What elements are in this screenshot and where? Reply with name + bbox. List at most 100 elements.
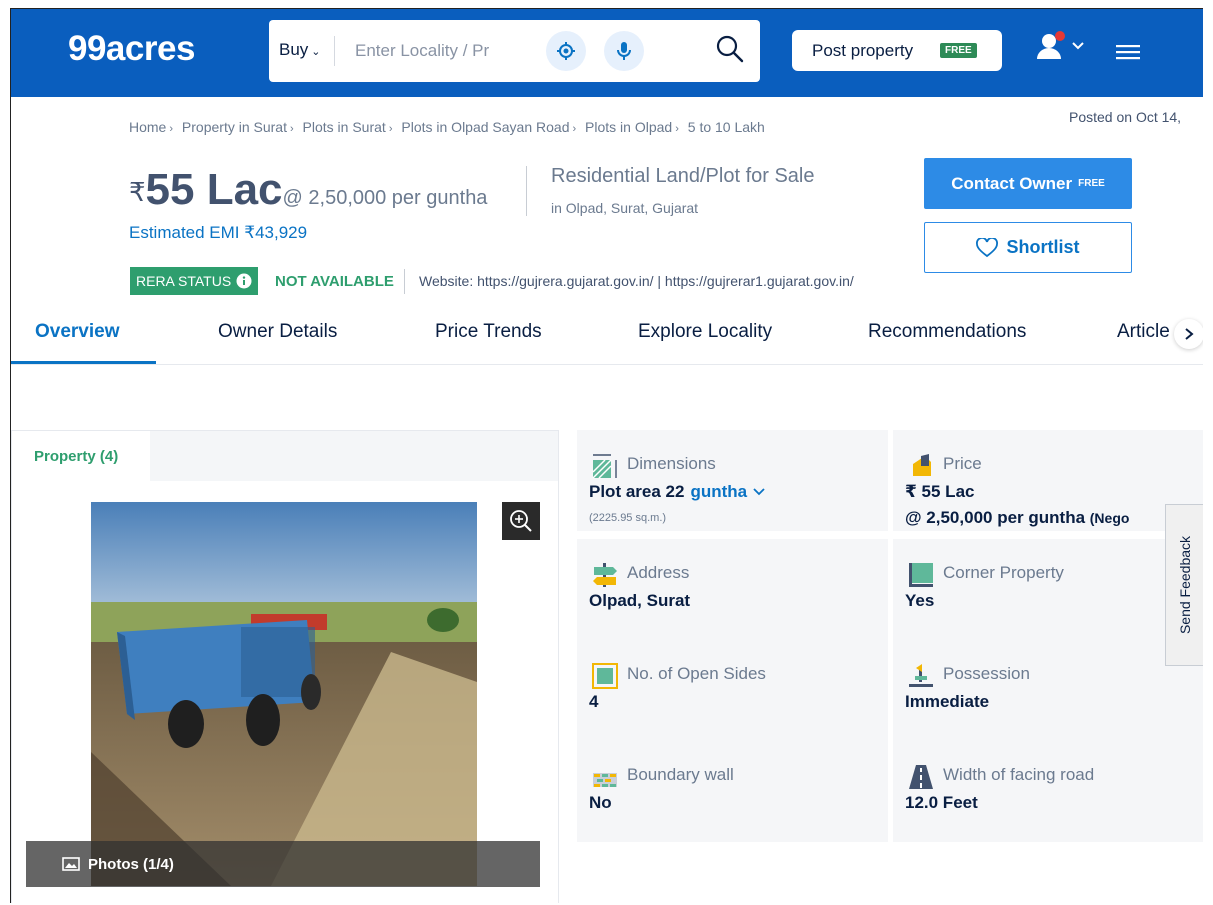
zoom-in-icon — [510, 510, 532, 532]
target-icon — [557, 42, 575, 60]
property-details-grid: Dimensions Plot area 22 guntha (2225.95 s… — [577, 430, 1203, 858]
brick-wall-icon — [593, 773, 617, 787]
plot-area-sqm: (2225.95 sq.m.) — [589, 512, 667, 524]
tab-articles[interactable]: Article — [1117, 321, 1177, 343]
chevron-right-icon: › — [572, 123, 577, 135]
price-per-guntha: @ 2,50,000 per guntha — [905, 508, 1086, 527]
detail-value: Olpad, Surat — [589, 591, 691, 610]
detail-title: Address — [627, 563, 690, 582]
price-block: ₹55 Lac@ 2,50,000 per guntha — [129, 165, 487, 215]
detail-value: Plot area 22 guntha — [589, 482, 766, 502]
posted-date: Posted on Oct 14, — [1069, 109, 1182, 125]
photos-count-label: Photos (1/4) — [88, 855, 174, 873]
property-location: in Olpad, Surat, Gujarat — [551, 200, 699, 216]
chevron-down-icon[interactable] — [1071, 41, 1085, 51]
detail-facing-road: Width of facing road 12.0 Feet — [893, 741, 1203, 842]
detail-title: Price — [943, 454, 982, 473]
tab-overview[interactable]: Overview — [35, 321, 120, 343]
property-photo[interactable] — [91, 502, 477, 886]
breadcrumb: Home › Property in Surat › Plots in Surat ›… — [129, 119, 768, 135]
logo[interactable]: 99acres — [68, 29, 195, 69]
post-property-label: Post property — [812, 41, 914, 60]
chevron-right-icon: › — [675, 123, 679, 135]
voice-search-button[interactable] — [604, 31, 644, 71]
detail-value: No — [589, 793, 612, 812]
price-tag-icon — [913, 454, 931, 476]
heart-icon — [976, 237, 999, 257]
microphone-icon — [617, 42, 631, 60]
detail-value: Immediate — [905, 692, 990, 711]
locate-me-button[interactable] — [546, 31, 586, 71]
zoom-button[interactable] — [502, 502, 540, 540]
user-icon — [1037, 31, 1065, 59]
chevron-down-icon: ⌄ — [311, 46, 321, 58]
photo-gallery: Property (4) Photos (1/4) — [11, 430, 559, 903]
tab-price-trends[interactable]: Price Trends — [435, 321, 542, 343]
buy-dropdown[interactable]: Buy ⌄ — [279, 40, 321, 60]
chevron-down-icon — [753, 488, 765, 496]
photos-count-bar[interactable]: Photos (1/4) — [26, 841, 540, 887]
send-feedback-label: Send Feedback — [1177, 535, 1194, 635]
detail-price: Price ₹ 55 Lac @ 2,50,000 per guntha (Ne… — [893, 430, 1203, 531]
chevron-right-icon: › — [289, 123, 294, 135]
detail-title: Boundary wall — [627, 765, 734, 784]
image-icon — [62, 857, 80, 871]
detail-open-sides: No. of Open Sides 4 — [577, 640, 888, 741]
rera-website[interactable]: Website: https://gujrera.gujarat.gov.in/… — [419, 273, 854, 289]
rera-status-label: RERA STATUS — [136, 273, 232, 289]
detail-title: Dimensions — [627, 454, 716, 473]
tab-recommendations[interactable]: Recommendations — [868, 321, 1026, 343]
rera-status-badge: RERA STATUS — [130, 267, 259, 295]
post-property-button[interactable]: Post property FREE — [792, 30, 1002, 71]
locality-search-input[interactable] — [355, 38, 505, 64]
search-button[interactable] — [715, 34, 745, 64]
hamburger-menu-icon[interactable] — [1116, 43, 1140, 61]
chevron-right-icon: › — [169, 123, 174, 135]
tab-explore-locality[interactable]: Explore Locality — [638, 321, 772, 343]
dimensions-icon — [592, 454, 617, 479]
detail-title: Width of facing road — [943, 765, 1095, 784]
contact-owner-button[interactable]: Contact Owner FREE — [924, 158, 1132, 209]
free-badge: FREE — [1078, 178, 1105, 189]
rera-status-value: NOT AVAILABLE — [275, 273, 394, 290]
detail-dimensions: Dimensions Plot area 22 guntha (2225.95 s… — [577, 430, 888, 531]
price-value: 55 Lac — [145, 165, 283, 214]
area-unit-dropdown[interactable]: guntha — [690, 482, 765, 501]
chevron-right-icon: › — [388, 123, 393, 135]
breadcrumb-item[interactable]: Home — [129, 119, 166, 135]
estimated-emi-link[interactable]: Estimated EMI ₹43,929 — [129, 223, 307, 243]
shortlist-button[interactable]: Shortlist — [924, 222, 1132, 273]
shortlist-label: Shortlist — [1006, 237, 1080, 257]
breadcrumb-item[interactable]: Plots in Olpad Sayan Road — [401, 119, 569, 135]
section-tabs: Overview Owner Details Price Trends Expl… — [11, 309, 1203, 365]
contact-owner-label: Contact Owner — [951, 173, 1073, 193]
corner-icon — [909, 563, 933, 587]
breadcrumb-item[interactable]: 5 to 10 Lakh — [688, 119, 765, 135]
detail-value: ₹ 55 Lac — [905, 482, 975, 501]
send-feedback-button[interactable]: Send Feedback — [1165, 504, 1203, 666]
breadcrumb-item[interactable]: Plots in Olpad — [585, 119, 672, 135]
info-icon[interactable] — [236, 273, 252, 289]
breadcrumb-item[interactable]: Property in Surat — [182, 119, 287, 135]
negotiable-note: (Nego — [1089, 510, 1130, 526]
detail-boundary-wall: Boundary wall No — [577, 741, 888, 842]
detail-possession: Possession Immediate — [893, 640, 1203, 741]
breadcrumb-item[interactable]: Plots in Surat — [303, 119, 386, 135]
user-menu-button[interactable] — [1034, 29, 1068, 68]
page: 99acres Buy⌄ Post property FREE — [10, 8, 1203, 903]
signpost-icon — [593, 563, 617, 587]
detail-value: Yes — [905, 591, 935, 610]
property-type: Residential Land/Plot for Sale — [551, 165, 815, 187]
tabs-next-button[interactable] — [1174, 319, 1203, 349]
detail-value: 12.0 Feet — [905, 793, 978, 812]
detail-title: Corner Property — [943, 563, 1064, 582]
tab-property-photos[interactable]: Property (4) — [12, 431, 150, 482]
plot-area-value: Plot area 22 — [589, 482, 685, 501]
search-bar: Buy ⌄ — [269, 20, 760, 82]
detail-value-secondary: @ 2,50,000 per guntha (Nego — [905, 508, 1129, 528]
tab-owner-details[interactable]: Owner Details — [218, 321, 337, 343]
possession-icon — [909, 664, 933, 687]
detail-title: Possession — [943, 664, 1030, 683]
free-badge: FREE — [940, 43, 977, 58]
detail-value: 4 — [589, 692, 599, 711]
